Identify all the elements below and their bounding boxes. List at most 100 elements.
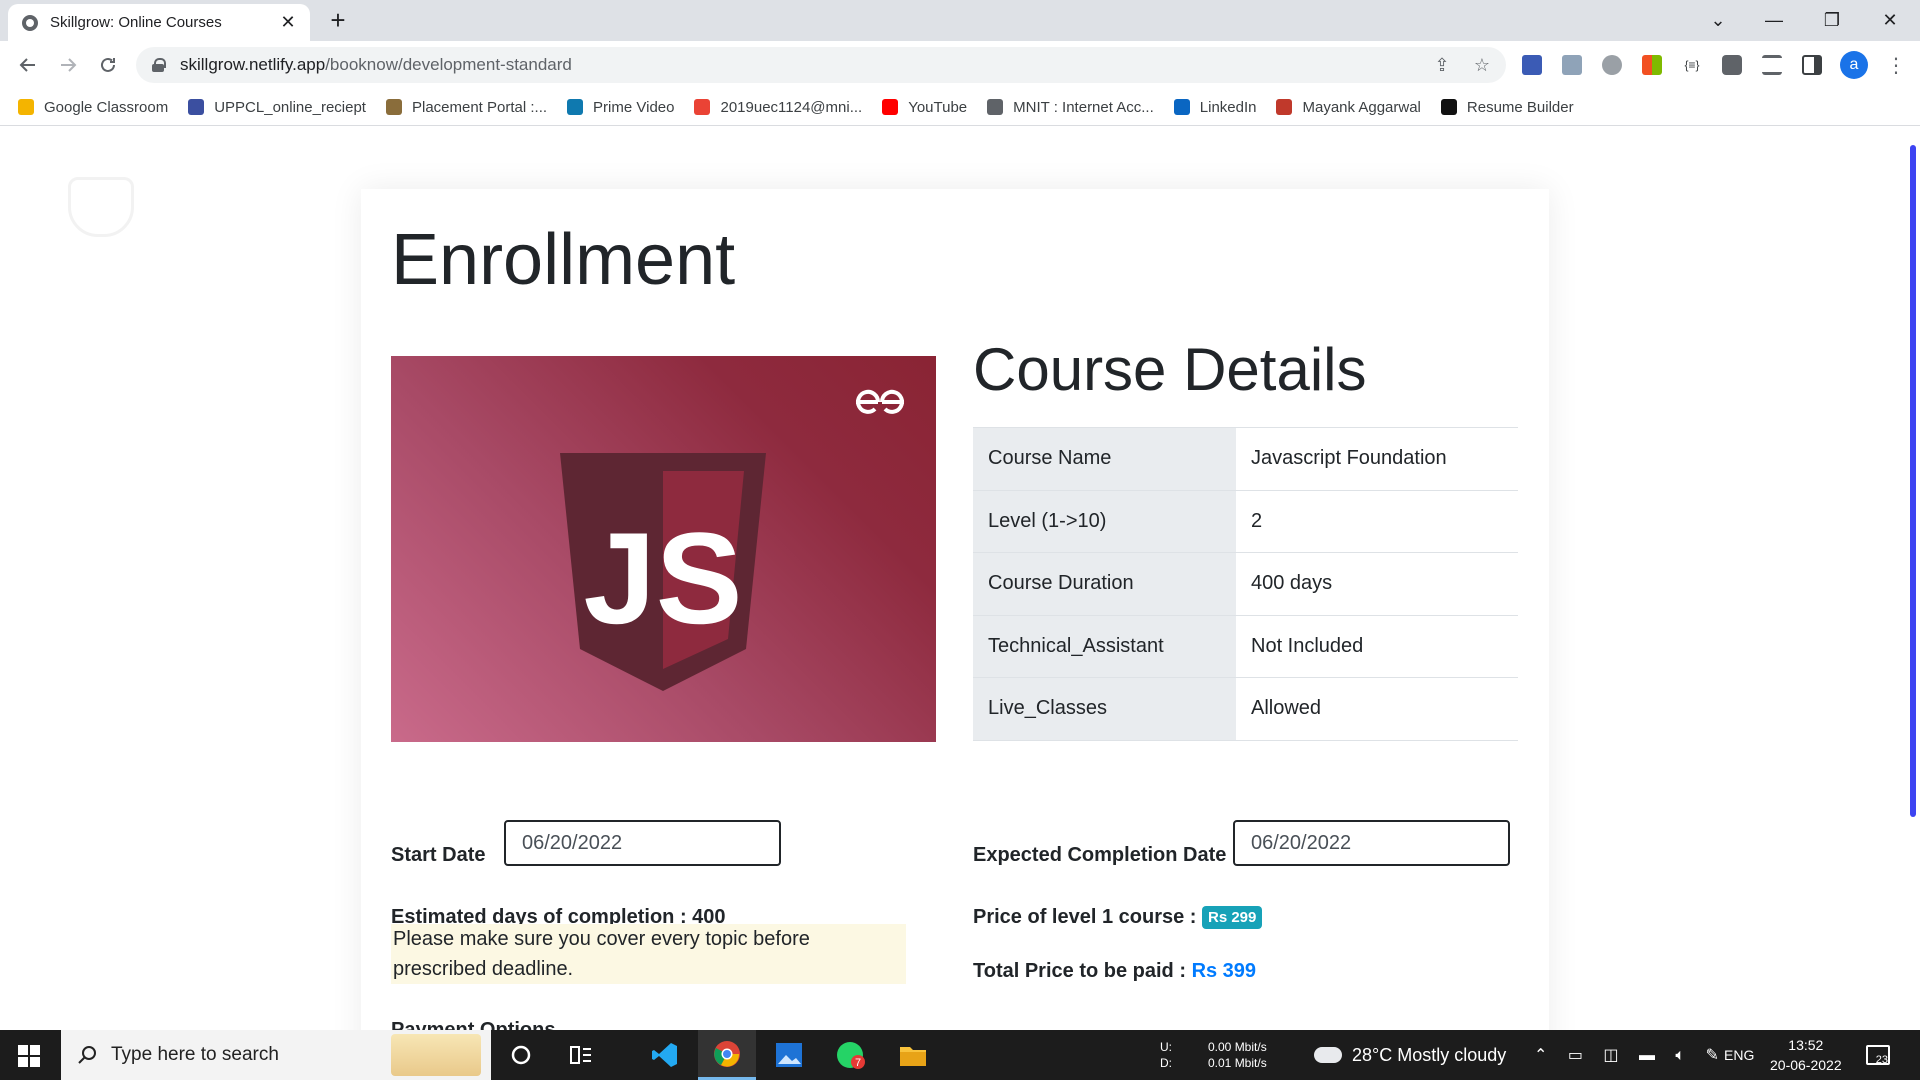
bookmark-favicon-icon	[385, 99, 402, 115]
bookmark-item[interactable]: 2019uec1124@mni...	[694, 99, 862, 116]
url-text: skillgrow.netlify.app/booknow/developmen…	[180, 55, 572, 75]
windows-start-icon[interactable]	[18, 1045, 40, 1067]
chrome-icon[interactable]	[698, 1030, 756, 1080]
tab-title: Skillgrow: Online Courses	[50, 14, 222, 31]
details-row: Level (1->10) 2	[973, 489, 1518, 553]
bookmark-label: Resume Builder	[1466, 98, 1574, 116]
bookmark-label: UPPCL_online_reciept	[214, 98, 366, 116]
bookmark-item[interactable]: Mayank Aggarwal	[1276, 99, 1421, 116]
download-extension-icon[interactable]	[1522, 55, 1542, 75]
profile-avatar[interactable]: a	[1840, 51, 1868, 79]
url-path: /booknow/development-standard	[325, 55, 572, 74]
system-tray-icons[interactable]: ⌃ ▭ ◫ ▬ 🔈︎ ✎	[1534, 1030, 1727, 1080]
taskbar-search[interactable]: Type here to search	[61, 1030, 491, 1080]
language-indicator[interactable]: ENG	[1724, 1030, 1754, 1080]
extension-icon[interactable]	[1562, 55, 1582, 75]
forward-button[interactable]	[52, 49, 84, 81]
bookmark-favicon-icon	[188, 99, 205, 115]
cortana-icon[interactable]	[492, 1030, 550, 1080]
share-icon[interactable]: ⇪	[1432, 55, 1452, 75]
taj-mahal-icon	[391, 1034, 481, 1076]
scrollbar-thumb[interactable]	[1910, 145, 1916, 817]
minimize-button[interactable]: —	[1746, 0, 1802, 41]
details-value: Not Included	[1236, 614, 1518, 678]
course-details-title: Course Details	[973, 336, 1367, 403]
star-icon[interactable]: ☆	[1472, 55, 1492, 75]
page-title: Enrollment	[391, 220, 736, 300]
microsoft-extension-icon[interactable]	[1642, 55, 1662, 75]
photos-icon[interactable]	[760, 1030, 818, 1080]
clock[interactable]: 13:52 20-06-2022	[1770, 1030, 1842, 1080]
course-image: JS	[391, 356, 936, 742]
bookmark-favicon-icon	[567, 99, 584, 115]
whatsapp-badge: 7	[855, 1057, 861, 1069]
bookmark-item[interactable]: MNIT : Internet Acc...	[987, 99, 1154, 116]
details-row: Course Name Javascript Foundation	[973, 427, 1518, 490]
total-price-value: Rs 399	[1191, 960, 1257, 982]
total-price-label: Total Price to be paid :	[973, 960, 1186, 982]
details-value: 400 days	[1236, 552, 1518, 615]
bookmark-label: YouTube	[908, 98, 968, 116]
tab-search-icon[interactable]: ⌄	[1690, 0, 1746, 41]
bookmark-item[interactable]: YouTube	[882, 99, 967, 116]
address-bar[interactable]: skillgrow.netlify.app/booknow/developmen…	[136, 47, 1506, 83]
search-icon	[78, 1046, 96, 1064]
price-level1-label: Price of level 1 course :	[973, 906, 1197, 928]
bookmark-favicon-icon	[18, 99, 34, 115]
net-up: 0.00 Mbit/s	[1208, 1040, 1267, 1054]
reload-button[interactable]	[92, 49, 124, 81]
page-content: Enrollment JS Course Details Course Name…	[0, 127, 1920, 1030]
site-logo-icon[interactable]	[68, 177, 134, 237]
gfg-logo-icon	[856, 389, 904, 414]
network-speed: 0.00 Mbit/s 0.01 Mbit/s	[1208, 1030, 1267, 1080]
file-explorer-icon[interactable]	[884, 1030, 942, 1080]
bookmark-favicon-icon	[1440, 99, 1457, 115]
notification-center-icon[interactable]: 23	[1866, 1030, 1890, 1080]
completion-date-input[interactable]: 06/20/2022	[1233, 820, 1510, 866]
bug-extension-icon[interactable]	[1602, 55, 1622, 75]
start-date-input[interactable]: 06/20/2022	[504, 820, 781, 866]
bookmark-item[interactable]: Prime Video	[567, 99, 674, 116]
price-level1: Price of level 1 course : Rs 299	[973, 906, 1263, 930]
bookmark-favicon-icon	[1276, 99, 1293, 115]
bookmark-item[interactable]: Google Classroom	[18, 99, 168, 116]
whatsapp-icon[interactable]: 7	[822, 1030, 880, 1080]
completion-date-label: Expected Completion Date	[973, 844, 1227, 866]
bookmark-label: Placement Portal :...	[411, 98, 548, 116]
enrollment-card: Enrollment JS Course Details Course Name…	[361, 189, 1549, 1030]
side-panel-icon[interactable]	[1802, 55, 1822, 75]
reading-list-icon[interactable]	[1762, 55, 1782, 75]
details-row: Live_Classes Allowed	[973, 677, 1518, 741]
bookmark-item[interactable]: Placement Portal :...	[385, 98, 548, 116]
vscode-icon[interactable]	[636, 1030, 694, 1080]
details-row: Course Duration 400 days	[973, 552, 1518, 615]
back-button[interactable]	[12, 49, 44, 81]
course-details-table: Course Name Javascript Foundation Level (1…	[973, 427, 1518, 741]
bookmark-item[interactable]: UPPCL_online_reciept	[188, 99, 366, 116]
tab-close-icon[interactable]: ✕	[278, 12, 298, 33]
browser-toolbar: skillgrow.netlify.app/booknow/developmen…	[0, 41, 1920, 89]
clock-date: 20-06-2022	[1770, 1057, 1842, 1073]
bookmark-item[interactable]: LinkedIn	[1173, 99, 1256, 116]
task-view-icon[interactable]	[552, 1030, 610, 1080]
restore-button[interactable]: ❐	[1804, 0, 1860, 41]
weather-widget[interactable]: 28°C Mostly cloudy	[1314, 1030, 1506, 1080]
bookmark-favicon-icon	[987, 99, 1004, 115]
bookmark-item[interactable]: Resume Builder	[1440, 98, 1574, 116]
close-window-button[interactable]: ✕	[1862, 0, 1918, 41]
details-key: Course Duration	[973, 552, 1236, 615]
new-tab-button[interactable]: +	[324, 6, 352, 34]
gfg-logo	[852, 384, 908, 427]
json-extension-icon[interactable]: {≡}	[1682, 55, 1702, 75]
reload-icon	[101, 57, 115, 72]
puzzle-icon[interactable]	[1722, 55, 1742, 75]
search-placeholder: Type here to search	[111, 1044, 279, 1065]
details-value: Javascript Foundation	[1236, 427, 1518, 490]
menu-icon[interactable]: ⋮	[1886, 53, 1906, 78]
javascript-shield-icon: JS	[560, 453, 766, 691]
details-row: Technical_Assistant Not Included	[973, 614, 1518, 678]
tab-skillgrow[interactable]: Skillgrow: Online Courses ✕	[8, 4, 310, 41]
bookmark-favicon-icon	[694, 99, 711, 115]
globe-icon	[22, 14, 38, 31]
details-value: 2	[1236, 489, 1518, 553]
